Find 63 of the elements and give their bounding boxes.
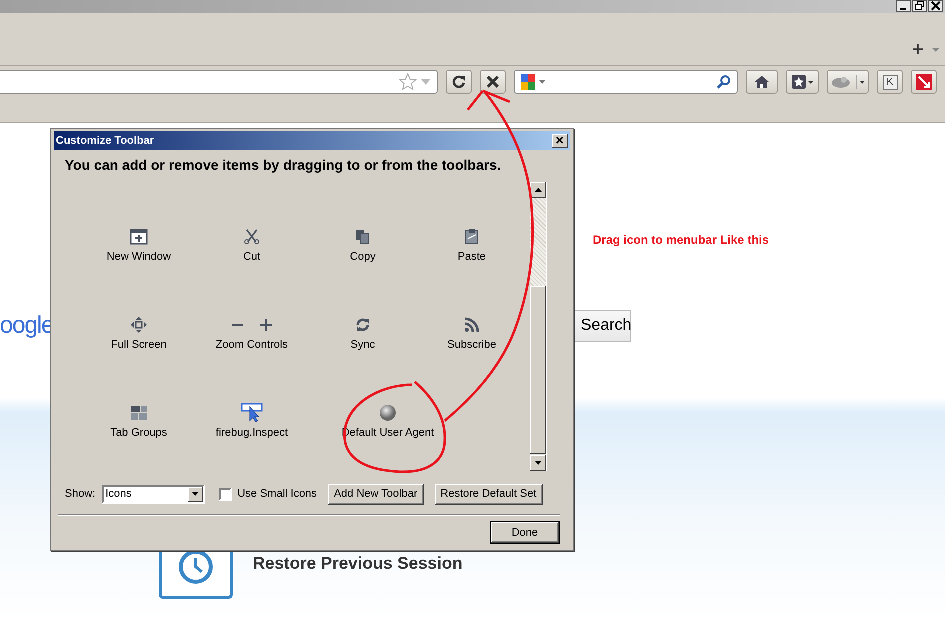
caret-down-icon[interactable] (534, 461, 542, 465)
toolbar-item-label[interactable]: Sync (350, 339, 376, 351)
caret-up-icon[interactable] (534, 188, 542, 192)
globe-icon[interactable] (379, 404, 397, 422)
toolbar-action-button[interactable]: Restore Default Set (434, 484, 543, 504)
addon-button[interactable] (827, 70, 870, 94)
close-icon[interactable] (928, 0, 943, 12)
search-field[interactable] (514, 70, 738, 94)
tab-groups-icon[interactable] (131, 405, 147, 421)
star-icon[interactable] (792, 75, 814, 89)
toolbar-item-label[interactable]: Cut (243, 251, 261, 263)
close-button[interactable]: × (552, 134, 568, 148)
caret-icon[interactable] (539, 80, 546, 84)
x-icon[interactable] (487, 76, 500, 88)
house-icon[interactable] (754, 75, 770, 89)
toolbar-action-button[interactable]: Add New Toolbar (328, 484, 424, 504)
scroll-up-button[interactable] (530, 182, 546, 198)
restore-session-link[interactable]: Restore Previous Session (253, 554, 463, 574)
arrow-icon[interactable] (916, 74, 932, 90)
caret-down-icon[interactable] (192, 492, 199, 496)
restore-icon[interactable] (912, 0, 927, 12)
search-icon[interactable] (716, 75, 731, 89)
toolbar-item-label[interactable]: New Window (106, 251, 172, 263)
show-label: Show: (65, 488, 96, 500)
toolbar-item-label[interactable]: Copy (350, 251, 376, 263)
scrollbar[interactable] (530, 182, 547, 471)
reload-icon[interactable] (452, 75, 466, 89)
new-window-icon[interactable] (130, 229, 148, 245)
search-button[interactable]: Search (574, 310, 631, 342)
reload-button[interactable] (446, 70, 472, 94)
checkbox[interactable] (218, 488, 232, 500)
home-button[interactable] (746, 70, 778, 94)
addon-button[interactable] (911, 70, 938, 94)
addon-button[interactable]: K (882, 74, 898, 90)
stop-button[interactable] (480, 70, 506, 94)
minimize-icon[interactable] (896, 0, 911, 12)
toolbar-item-label[interactable]: firebug.Inspect (216, 427, 288, 439)
annotation-text: Drag icon to menubar Like this (593, 233, 770, 247)
scroll-thumb[interactable] (530, 286, 546, 454)
inspect-pointer-icon[interactable] (241, 403, 263, 423)
copy-icon[interactable] (355, 229, 371, 245)
scissors-icon[interactable] (244, 229, 260, 245)
checkbox-label: Use Small Icons (238, 488, 318, 500)
toolbar-item-label[interactable]: Full Screen (111, 339, 167, 351)
plus-icon[interactable] (260, 319, 272, 331)
sync-icon[interactable] (355, 317, 371, 333)
toolbar-item-label[interactable]: Subscribe (448, 339, 496, 351)
bookmarks-button[interactable] (786, 70, 820, 94)
new-tab-button[interactable]: + (912, 42, 924, 58)
toolbar-item-label[interactable]: Zoom Controls (216, 339, 288, 351)
show-dropdown[interactable]: Icons (102, 484, 205, 504)
star-icon[interactable] (399, 73, 418, 91)
search-engine-icon[interactable] (521, 74, 536, 90)
instructions-text: You can add or remove items by dragging to or from the toolbars. (64, 156, 502, 175)
toolbar-item-label[interactable]: Paste (458, 251, 486, 263)
move-arrows-icon[interactable] (131, 317, 147, 333)
scroll-down-button[interactable] (530, 455, 546, 471)
feed-icon[interactable] (464, 317, 480, 333)
address-field[interactable] (0, 70, 438, 94)
dialog-title: Customize Toolbar (56, 134, 154, 146)
done-button[interactable]: Done (491, 522, 559, 543)
toolbar-item-label[interactable]: Tab Groups (110, 427, 168, 439)
clipboard-icon[interactable] (465, 229, 479, 245)
